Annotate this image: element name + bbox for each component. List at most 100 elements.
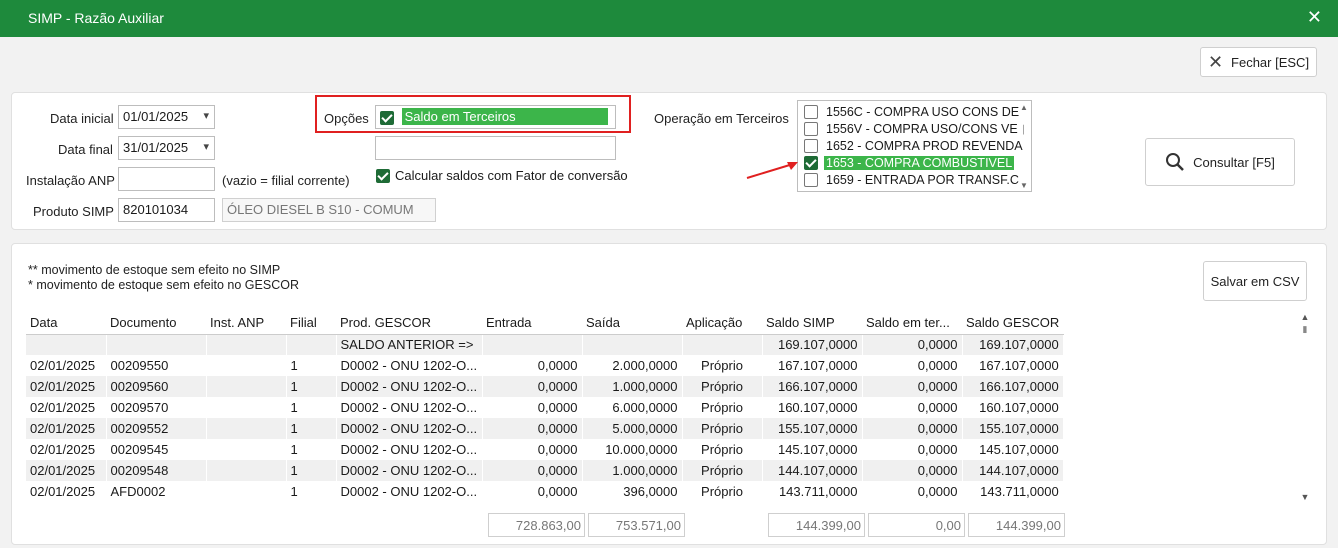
save-csv-button[interactable]: Salvar em CSV (1203, 261, 1307, 301)
operacao-item[interactable]: 1556V - COMPRA USO/CONS VE (798, 120, 1031, 137)
cell-filial: 1 (286, 376, 337, 397)
cell-saldo-simp: 143.711,0000 (762, 481, 863, 502)
scroll-up-icon[interactable]: ▲ (1299, 312, 1311, 322)
cell-inst-anp (206, 439, 287, 460)
operacao-item-selected[interactable]: 1653 - COMPRA COMBUSTIVEL (798, 154, 1031, 171)
col-filial[interactable]: Filial (286, 312, 336, 335)
instalacao-input[interactable] (118, 167, 215, 191)
table-row[interactable]: 02/01/2025 00209548 1 D0002 - ONU 1202-O...… (26, 460, 1064, 481)
cell-data: 02/01/2025 (26, 376, 107, 397)
table-row[interactable]: 02/01/2025 00209545 1 D0002 - ONU 1202-O...… (26, 439, 1064, 460)
data-inicial-value: 01/01/2025 (123, 109, 189, 124)
cell-documento: 00209570 (106, 397, 207, 418)
table-row[interactable]: 02/01/2025 00209570 1 D0002 - ONU 1202-O...… (26, 397, 1064, 418)
checkbox-checked-icon[interactable] (804, 155, 818, 170)
close-icon[interactable]: ✕ (1307, 7, 1322, 28)
operacao-item[interactable]: 1652 - COMPRA PROD REVENDA (798, 137, 1031, 154)
cell-aplicacao: Próprio (682, 481, 763, 502)
cell-documento (106, 334, 207, 355)
scroll-up-icon[interactable]: ▲ (1019, 103, 1029, 112)
cell-saida: 6.000,0000 (582, 397, 683, 418)
operacao-list[interactable]: 1556C - COMPRA USO CONS DE 1556V - COMPR… (797, 100, 1032, 192)
table-header-row: Data Documento Inst. ANP Filial Prod. GE… (26, 312, 1064, 335)
scroll-down-icon[interactable]: ▼ (1299, 492, 1311, 502)
cell-prod-gescor: D0002 - ONU 1202-O... (336, 355, 483, 376)
cell-saldo-simp: 155.107,0000 (762, 418, 863, 439)
checkbox-checked-icon[interactable] (380, 110, 394, 125)
cell-saldo-terceiros: 0,0000 (862, 334, 963, 355)
col-aplicacao[interactable]: Aplicação (682, 312, 762, 335)
cell-entrada: 0,0000 (482, 418, 583, 439)
cell-saldo-terceiros: 0,0000 (862, 376, 963, 397)
scrollbar-thumb[interactable]: │ (1019, 125, 1029, 134)
cell-inst-anp (206, 481, 287, 502)
col-entrada[interactable]: Entrada (482, 312, 582, 335)
cell-entrada: 0,0000 (482, 397, 583, 418)
produto-code-input[interactable]: 820101034 (118, 198, 215, 222)
cell-prod-gescor: SALDO ANTERIOR => (336, 334, 483, 355)
window-title: SIMP - Razão Auxiliar (28, 10, 164, 26)
cell-prod-gescor: D0002 - ONU 1202-O... (336, 481, 483, 502)
cell-saida: 5.000,0000 (582, 418, 683, 439)
saldo-anterior-row[interactable]: SALDO ANTERIOR => 169.107,0000 0,0000 169.1… (26, 334, 1064, 355)
scrollbar-thumb[interactable]: ▮ (1299, 324, 1311, 335)
data-final-select[interactable]: 31/01/2025 ▾ (118, 136, 215, 160)
note-gescor: * movimento de estoque sem efeito no GES… (28, 278, 299, 292)
produto-label: Produto SIMP (33, 204, 114, 219)
operacao-item[interactable]: 1556C - COMPRA USO CONS DE (798, 103, 1031, 120)
table-scrollbar[interactable]: ▲ ▮ ▼ (1299, 312, 1311, 502)
cell-filial: 1 (286, 397, 337, 418)
col-prod-gescor[interactable]: Prod. GESCOR (336, 312, 482, 335)
close-button[interactable]: ✕ Fechar [ESC] (1200, 47, 1317, 77)
operacao-item[interactable]: 1659 - ENTRADA POR TRANSF.C (798, 171, 1031, 188)
cell-entrada: 0,0000 (482, 481, 583, 502)
cell-saida: 396,0000 (582, 481, 683, 502)
cell-saldo-simp: 169.107,0000 (762, 334, 863, 355)
col-saida[interactable]: Saída (582, 312, 682, 335)
consultar-button[interactable]: Consultar [F5] (1145, 138, 1295, 186)
data-inicial-select[interactable]: 01/01/2025 ▾ (118, 105, 215, 129)
consultar-label: Consultar [F5] (1193, 154, 1275, 170)
cell-aplicacao: Próprio (682, 439, 763, 460)
fator-checkbox-row[interactable]: Calcular saldos com Fator de conversão (376, 168, 628, 183)
cell-prod-gescor: D0002 - ONU 1202-O... (336, 460, 483, 481)
data-final-label: Data final (58, 142, 113, 157)
col-data[interactable]: Data (26, 312, 106, 335)
checkbox-icon[interactable] (804, 104, 818, 119)
cell-filial (286, 334, 337, 355)
col-inst-anp[interactable]: Inst. ANP (206, 312, 286, 335)
table-row[interactable]: 02/01/2025 00209560 1 D0002 - ONU 1202-O...… (26, 376, 1064, 397)
col-saldo-simp[interactable]: Saldo SIMP (762, 312, 862, 335)
search-icon (1166, 153, 1185, 171)
cell-saldo-terceiros: 0,0000 (862, 481, 963, 502)
cell-saida: 1.000,0000 (582, 376, 683, 397)
cell-aplicacao: Próprio (682, 418, 763, 439)
cell-prod-gescor: D0002 - ONU 1202-O... (336, 439, 483, 460)
table-row[interactable]: 02/01/2025 00209550 1 D0002 - ONU 1202-O...… (26, 355, 1064, 376)
cell-saldo-terceiros: 0,0000 (862, 460, 963, 481)
col-saldo-gescor[interactable]: Saldo GESCOR (962, 312, 1064, 335)
cell-aplicacao: Próprio (682, 397, 763, 418)
opcoes-select[interactable]: Saldo em Terceiros (375, 105, 616, 129)
cell-saldo-terceiros: 0,0000 (862, 397, 963, 418)
col-saldo-terceiros[interactable]: Saldo em ter... (862, 312, 962, 335)
checkbox-icon[interactable] (804, 121, 818, 136)
cell-saldo-simp: 167.107,0000 (762, 355, 863, 376)
cell-inst-anp (206, 418, 287, 439)
cell-saldo-simp: 145.107,0000 (762, 439, 863, 460)
cell-filial: 1 (286, 355, 337, 376)
close-icon: ✕ (1207, 51, 1224, 72)
checkbox-icon[interactable] (804, 172, 818, 187)
cell-saldo-gescor: 143.711,0000 (962, 481, 1064, 502)
checkbox-checked-icon[interactable] (376, 168, 390, 183)
table-row[interactable]: 02/01/2025 AFD0002 1 D0002 - ONU 1202-O... 0… (26, 481, 1064, 502)
cell-aplicacao: Próprio (682, 376, 763, 397)
scroll-down-icon[interactable]: ▼ (1019, 181, 1029, 190)
checkbox-icon[interactable] (804, 138, 818, 153)
data-final-value: 31/01/2025 (123, 140, 189, 155)
opcoes-second-field[interactable] (375, 136, 616, 160)
produto-desc-field: ÓLEO DIESEL B S10 - COMUM (222, 198, 436, 222)
table-row[interactable]: 02/01/2025 00209552 1 D0002 - ONU 1202-O...… (26, 418, 1064, 439)
cell-data: 02/01/2025 (26, 460, 107, 481)
col-documento[interactable]: Documento (106, 312, 206, 335)
